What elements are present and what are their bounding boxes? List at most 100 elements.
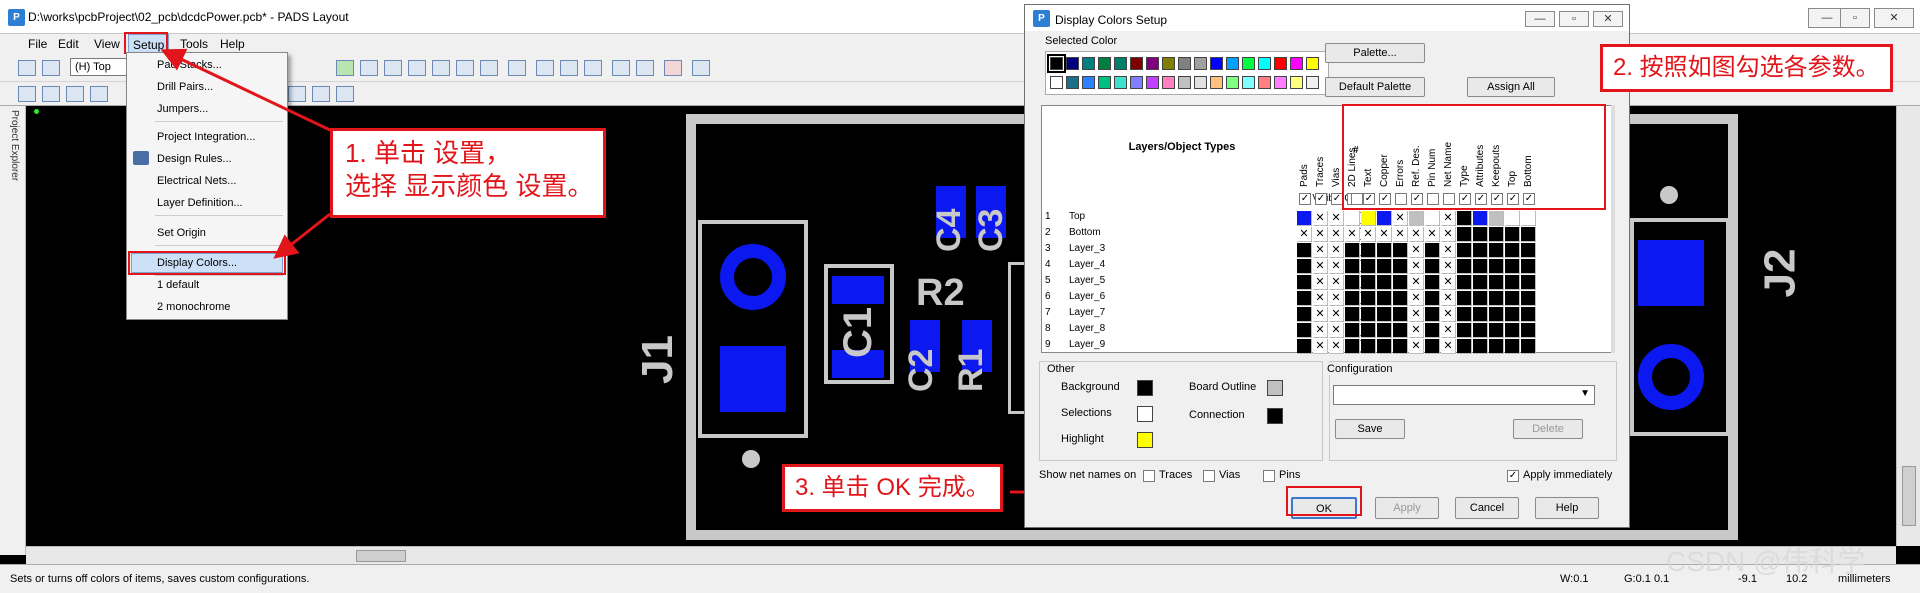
color-cell[interactable]	[1521, 339, 1536, 354]
row-layer-name[interactable]: Layer_7	[1069, 307, 1105, 318]
visible-only-checkbox[interactable]: ✓	[1315, 193, 1327, 205]
color-cell[interactable]	[1345, 275, 1360, 290]
color-cell[interactable]	[1489, 291, 1504, 306]
color-cell[interactable]	[1473, 307, 1488, 322]
color-cell[interactable]	[1425, 307, 1440, 322]
row-layer-name[interactable]: Top	[1069, 211, 1085, 222]
palette-swatch[interactable]	[1258, 76, 1271, 89]
color-cell[interactable]	[1345, 307, 1360, 322]
palette-swatch[interactable]	[1162, 57, 1175, 70]
color-cell[interactable]	[1505, 323, 1520, 338]
color-cell[interactable]: ✕	[1441, 259, 1456, 274]
grid-scrollbar[interactable]	[1611, 105, 1615, 353]
color-cell[interactable]	[1393, 259, 1408, 274]
color-cell[interactable]	[1345, 211, 1360, 226]
palette-swatch[interactable]	[1066, 57, 1079, 70]
color-cell[interactable]	[1393, 243, 1408, 258]
color-cell[interactable]: ✕	[1329, 211, 1344, 226]
color-cell[interactable]	[1393, 275, 1408, 290]
color-cell[interactable]: ✕	[1425, 227, 1440, 242]
color-cell[interactable]	[1297, 211, 1312, 226]
color-cell[interactable]	[1457, 339, 1472, 354]
color-cell[interactable]	[1393, 323, 1408, 338]
color-cell[interactable]: ✕	[1441, 275, 1456, 290]
palette-swatch[interactable]	[1082, 76, 1095, 89]
palette-swatch[interactable]	[1146, 76, 1159, 89]
color-cell[interactable]: ✕	[1441, 307, 1456, 322]
color-cell[interactable]	[1473, 211, 1488, 226]
visible-only-checkbox[interactable]: ✓	[1299, 193, 1311, 205]
color-cell[interactable]: ✕	[1329, 275, 1344, 290]
dialog-maximize-button[interactable]: ▫	[1559, 11, 1589, 27]
color-cell[interactable]	[1345, 323, 1360, 338]
color-cell[interactable]	[1457, 211, 1472, 226]
apply-immediately-checkbox[interactable]: ✓	[1507, 470, 1519, 482]
color-cell[interactable]	[1489, 211, 1504, 226]
palette-swatch[interactable]	[1162, 76, 1175, 89]
palette-swatch[interactable]	[1098, 57, 1111, 70]
color-cell[interactable]: ✕	[1409, 339, 1424, 354]
color-cell[interactable]	[1473, 259, 1488, 274]
apply-button[interactable]: Apply	[1375, 497, 1439, 519]
color-cell[interactable]	[1521, 259, 1536, 274]
color-cell[interactable]: ✕	[1329, 307, 1344, 322]
pins-checkbox[interactable]	[1263, 470, 1275, 482]
color-cell[interactable]	[1521, 291, 1536, 306]
palette-swatch[interactable]	[1050, 76, 1063, 89]
color-cell[interactable]	[1473, 291, 1488, 306]
color-cell[interactable]	[1489, 259, 1504, 274]
color-cell[interactable]	[1425, 323, 1440, 338]
palette-swatch[interactable]	[1306, 76, 1319, 89]
palette-swatch[interactable]	[1098, 76, 1111, 89]
color-cell[interactable]	[1361, 291, 1376, 306]
color-cell[interactable]	[1489, 227, 1504, 242]
color-cell[interactable]: ✕	[1441, 243, 1456, 258]
palette-swatch[interactable]	[1047, 54, 1066, 73]
palette-swatch[interactable]	[1194, 76, 1207, 89]
palette-swatch[interactable]	[1226, 76, 1239, 89]
color-cell[interactable]	[1361, 259, 1376, 274]
color-cell[interactable]	[1297, 339, 1312, 354]
help-button[interactable]: Help	[1535, 497, 1599, 519]
cancel-button[interactable]: Cancel	[1455, 497, 1519, 519]
palette-swatch[interactable]	[1258, 57, 1271, 70]
color-cell[interactable]	[1457, 291, 1472, 306]
palette-swatch[interactable]	[1210, 76, 1223, 89]
dialog-minimize-button[interactable]: —	[1525, 11, 1555, 27]
color-cell[interactable]	[1505, 243, 1520, 258]
palette-swatch[interactable]	[1242, 57, 1255, 70]
delete-button[interactable]: Delete	[1513, 419, 1583, 439]
color-cell[interactable]: ✕	[1377, 227, 1392, 242]
palette-swatch[interactable]	[1226, 57, 1239, 70]
color-cell[interactable]: ✕	[1361, 227, 1376, 242]
color-cell[interactable]	[1425, 291, 1440, 306]
color-cell[interactable]: ✕	[1313, 323, 1328, 338]
color-cell[interactable]	[1361, 323, 1376, 338]
color-cell[interactable]	[1505, 307, 1520, 322]
color-cell[interactable]: ✕	[1329, 227, 1344, 242]
color-cell[interactable]	[1489, 243, 1504, 258]
palette-swatch[interactable]	[1146, 57, 1159, 70]
color-cell[interactable]	[1409, 211, 1424, 226]
color-cell[interactable]: ✕	[1329, 259, 1344, 274]
palette-swatch[interactable]	[1130, 76, 1143, 89]
color-cell[interactable]	[1297, 259, 1312, 274]
color-cell[interactable]: ✕	[1409, 227, 1424, 242]
color-cell[interactable]	[1505, 227, 1520, 242]
color-cell[interactable]	[1505, 291, 1520, 306]
color-cell[interactable]: ✕	[1313, 291, 1328, 306]
color-cell[interactable]	[1505, 275, 1520, 290]
color-cell[interactable]	[1345, 259, 1360, 274]
color-cell[interactable]: ✕	[1313, 227, 1328, 242]
color-cell[interactable]: ✕	[1329, 243, 1344, 258]
palette-swatch[interactable]	[1114, 57, 1127, 70]
color-cell[interactable]	[1425, 243, 1440, 258]
palette-swatch[interactable]	[1194, 57, 1207, 70]
color-cell[interactable]	[1297, 275, 1312, 290]
color-cell[interactable]	[1377, 291, 1392, 306]
color-cell[interactable]: ✕	[1313, 259, 1328, 274]
color-cell[interactable]	[1377, 323, 1392, 338]
color-cell[interactable]	[1345, 243, 1360, 258]
palette-swatch[interactable]	[1210, 57, 1223, 70]
color-cell[interactable]: ✕	[1313, 307, 1328, 322]
